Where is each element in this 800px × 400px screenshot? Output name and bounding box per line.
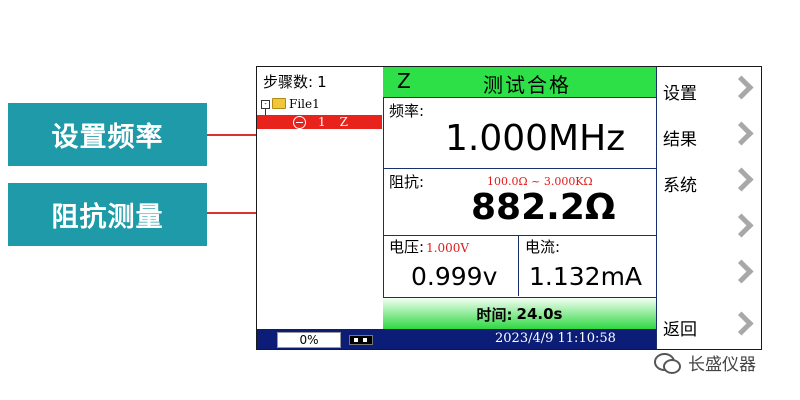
menu-item-results[interactable]: 结果 <box>657 115 761 155</box>
frequency-area[interactable]: 频率: 1.000MHz <box>383 98 656 169</box>
datetime: 2023/4/9 11:10:58 <box>495 331 616 346</box>
watermark: 长盛仪器 <box>654 350 756 375</box>
folder-icon <box>272 97 286 109</box>
voltage-value: 0.999v <box>411 262 498 291</box>
impedance-label: 阻抗: <box>389 173 425 191</box>
menu-label-settings: 设置 <box>663 84 697 104</box>
voltage-cell: 电压: 1.000V 0.999v <box>383 236 519 296</box>
selected-step-mode: Z <box>339 115 348 129</box>
watermark-text: 长盛仪器 <box>688 355 756 375</box>
current-value: 1.132mA <box>529 262 643 291</box>
menu-label-results: 结果 <box>663 130 697 150</box>
time-bar: 时间: 24.0s <box>383 297 656 330</box>
step-tree-panel: 步骤数: 1 - File1 1 Z <box>257 67 384 329</box>
steps-value: 1 <box>317 73 327 91</box>
step-minus-icon <box>293 115 306 129</box>
chevron-right-icon <box>729 75 754 100</box>
steps-label: 步骤数: <box>263 73 314 91</box>
chevron-right-icon <box>729 213 754 238</box>
tree-selected-step[interactable]: 1 Z <box>257 115 382 129</box>
steps-count: 步骤数: 1 <box>263 71 327 92</box>
time-label: 时间: <box>476 305 513 324</box>
voltage-label-group: 电压: 1.000V <box>389 236 469 257</box>
voltage-setpoint: 1.000V <box>426 241 470 255</box>
frequency-value: 1.000MHz <box>445 118 626 159</box>
connection-indicator-icon <box>349 335 373 345</box>
wechat-icon <box>654 352 681 374</box>
callout-impedance-measurement: 阻抗测量 <box>8 183 207 246</box>
chevron-right-icon <box>729 311 754 336</box>
time-value: 24.0s <box>516 305 563 323</box>
progress-indicator: 0% <box>277 332 341 348</box>
menu-label-system: 系统 <box>663 176 697 196</box>
measurement-panel: Z 测试合格 频率: 1.000MHz 阻抗: 100.0Ω ~ 3.000KΩ… <box>383 67 656 330</box>
impedance-area: 阻抗: 100.0Ω ~ 3.000KΩ 882.2Ω <box>383 169 656 236</box>
frequency-label: 频率: <box>389 102 425 120</box>
selected-step-number: 1 <box>318 115 326 129</box>
menu-item-empty-1[interactable] <box>657 207 761 247</box>
voltage-label: 电压: <box>389 238 425 256</box>
menu-item-system[interactable]: 系统 <box>657 161 761 201</box>
bottom-status-bar: 0% 2023/4/9 11:10:58 <box>257 329 656 349</box>
menu-item-back[interactable]: 返回 <box>657 305 761 345</box>
mode-indicator: Z <box>397 69 411 93</box>
chevron-right-icon <box>729 259 754 284</box>
instrument-screen: 步骤数: 1 - File1 1 Z Z 测试合格 频率: 1.000MHz 阻抗… <box>256 66 762 350</box>
chevron-right-icon <box>729 121 754 146</box>
callout-set-frequency: 设置频率 <box>8 103 207 166</box>
menu-item-empty-2[interactable] <box>657 253 761 293</box>
softkey-menu: 设置 结果 系统 返回 <box>656 67 761 349</box>
impedance-value: 882.2Ω <box>471 187 616 228</box>
voltage-current-area: 电压: 1.000V 0.999v 电流: 1.132mA <box>383 236 656 296</box>
current-label: 电流: <box>525 238 561 256</box>
status-bar: Z 测试合格 <box>383 67 656 98</box>
collapse-icon[interactable]: - <box>261 99 270 109</box>
menu-item-settings[interactable]: 设置 <box>657 69 761 109</box>
chevron-right-icon <box>729 167 754 192</box>
test-result: 测试合格 <box>483 73 571 97</box>
current-cell: 电流: 1.132mA <box>519 236 656 296</box>
menu-label-back: 返回 <box>663 320 697 340</box>
root-file-label: File1 <box>289 97 320 111</box>
